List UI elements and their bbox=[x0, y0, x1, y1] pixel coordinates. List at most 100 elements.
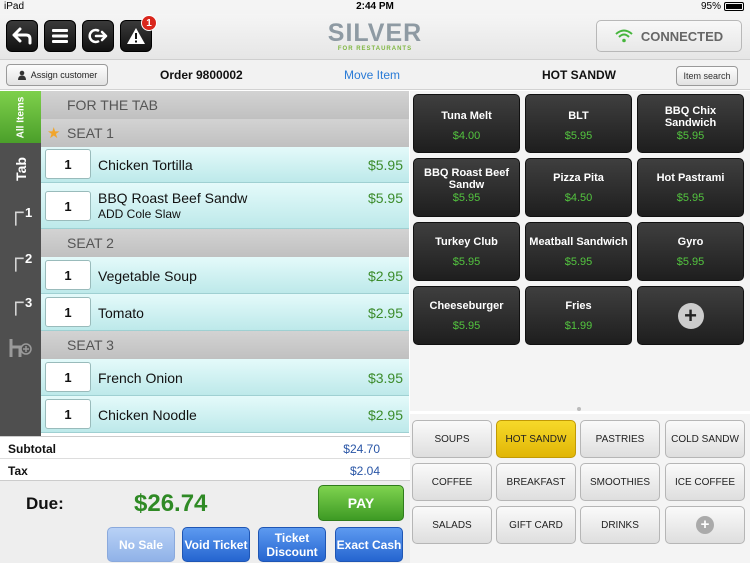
item-name: Vegetable Soup bbox=[98, 268, 197, 284]
menu-item-hot-pastrami[interactable]: Hot Pastrami $5.95 bbox=[637, 158, 744, 217]
subtotal-row: Subtotal $24.70 bbox=[0, 437, 410, 459]
alerts-button[interactable]: 1 bbox=[120, 15, 157, 52]
due-label: Due: bbox=[26, 494, 64, 513]
menu-item-fries[interactable]: Fries $1.99 bbox=[525, 286, 632, 345]
clock: 2:44 PM bbox=[356, 1, 394, 12]
item-price: $2.95 bbox=[367, 407, 403, 423]
item-name: French Onion bbox=[98, 370, 183, 386]
pay-button[interactable]: PAY bbox=[318, 485, 404, 521]
item-price: $5.95 bbox=[367, 157, 403, 173]
category-soups[interactable]: SOUPS bbox=[412, 420, 492, 458]
back-arrow-icon bbox=[12, 27, 32, 45]
menu-items-grid: Tuna Melt $4.00 BLT $5.95 BBQ Chix Sandw… bbox=[410, 91, 750, 411]
menu-button[interactable] bbox=[44, 20, 76, 52]
order-number: Order 9800002 bbox=[160, 68, 243, 82]
menu-item-meatball-sandwich[interactable]: Meatball Sandwich $5.95 bbox=[525, 222, 632, 281]
menu-item-gyro[interactable]: Gyro $5.95 bbox=[637, 222, 744, 281]
battery-indicator: 95% bbox=[701, 1, 744, 12]
seat-3-button[interactable]: ┌ 3 bbox=[8, 289, 38, 317]
add-seat-button[interactable] bbox=[8, 335, 38, 363]
quantity-button[interactable]: 1 bbox=[45, 149, 91, 179]
chair-icon: ┌ bbox=[8, 199, 24, 224]
quantity-button[interactable]: 1 bbox=[45, 260, 91, 290]
order-row[interactable]: 1 Tomato $2.95 bbox=[41, 294, 409, 331]
category-cold-sandw[interactable]: COLD SANDW bbox=[665, 420, 745, 458]
alert-count-badge: 1 bbox=[141, 15, 157, 31]
add-menu-item-button[interactable]: + bbox=[637, 286, 744, 345]
plus-icon: + bbox=[696, 516, 714, 534]
order-row[interactable]: 1 Chicken Noodle $2.95 bbox=[41, 396, 409, 433]
void-ticket-button[interactable]: Void Ticket bbox=[182, 527, 250, 562]
seat-1-button[interactable]: ┌ 1 bbox=[8, 199, 38, 227]
menu-item-turkey-club[interactable]: Turkey Club $5.95 bbox=[413, 222, 520, 281]
item-price: $3.95 bbox=[367, 370, 403, 386]
logout-icon bbox=[88, 28, 108, 44]
category-drinks[interactable]: DRINKS bbox=[580, 506, 660, 544]
person-icon bbox=[17, 70, 26, 80]
seat-header[interactable]: SEAT 3 bbox=[41, 331, 409, 359]
quantity-button[interactable]: 1 bbox=[45, 362, 91, 392]
quantity-button[interactable]: 1 bbox=[45, 297, 91, 327]
order-items-list[interactable]: FOR THE TAB ★ SEAT 1 1 Chicken Tortilla … bbox=[41, 91, 409, 436]
order-row[interactable]: 1 Vegetable Soup $2.95 bbox=[41, 257, 409, 294]
seat-header[interactable]: ★ SEAT 1 bbox=[41, 119, 409, 147]
payment-area: Due: $26.74 PAY No Sale Void Ticket Tick… bbox=[0, 480, 410, 563]
chair-icon: ┌ bbox=[8, 245, 24, 270]
item-name: Chicken Tortilla bbox=[98, 157, 193, 173]
item-search-button[interactable]: Item search bbox=[676, 66, 738, 86]
seat-sidebar: All Items Tab ┌ 1 ┌ 2 ┌ 3 bbox=[0, 91, 41, 436]
current-category-title: HOT SANDW bbox=[542, 68, 616, 82]
battery-icon bbox=[724, 2, 744, 11]
category-salads[interactable]: SALADS bbox=[412, 506, 492, 544]
tax-row: Tax $2.04 bbox=[8, 464, 380, 478]
assign-customer-button[interactable]: Assign customer bbox=[6, 64, 108, 86]
battery-percent: 95% bbox=[700, 1, 721, 12]
quantity-button[interactable]: 1 bbox=[45, 191, 91, 221]
menu-item-bbq-chix-sandwich[interactable]: BBQ Chix Sandwich $5.95 bbox=[637, 94, 744, 153]
order-row[interactable]: 1 Chicken Tortilla $5.95 bbox=[41, 147, 409, 183]
top-toolbar: 1 SILVER FOR RESTAURANTS CONNECTED bbox=[0, 14, 750, 60]
tab-all-items[interactable]: All Items bbox=[0, 91, 41, 143]
exact-cash-button[interactable]: Exact Cash bbox=[335, 527, 403, 562]
category-pastries[interactable]: PASTRIES bbox=[580, 420, 660, 458]
tab-tab[interactable]: Tab bbox=[0, 149, 41, 189]
move-item-link[interactable]: Move Item bbox=[344, 68, 400, 82]
category-smoothies[interactable]: SMOOTHIES bbox=[580, 463, 660, 501]
ticket-discount-button[interactable]: Ticket Discount bbox=[258, 527, 326, 562]
item-name: Chicken Noodle bbox=[98, 407, 197, 423]
item-price: $5.95 bbox=[367, 190, 403, 206]
warning-icon bbox=[127, 28, 145, 44]
item-name: BBQ Roast Beef Sandw bbox=[98, 190, 248, 206]
menu-item-blt[interactable]: BLT $5.95 bbox=[525, 94, 632, 153]
order-row[interactable]: 1 BBQ Roast Beef Sandw ADD Cole Slaw $5.… bbox=[41, 183, 409, 229]
subtotal-value: $24.70 bbox=[343, 442, 380, 456]
item-price: $2.95 bbox=[367, 268, 403, 284]
no-sale-button[interactable]: No Sale bbox=[107, 527, 175, 562]
category-breakfast[interactable]: BREAKFAST bbox=[496, 463, 576, 501]
menu-item-pizza-pita[interactable]: Pizza Pita $4.50 bbox=[525, 158, 632, 217]
menu-item-tuna-melt[interactable]: Tuna Melt $4.00 bbox=[413, 94, 520, 153]
status-bar: iPad 2:44 PM 95% bbox=[0, 0, 750, 14]
menu-item-cheeseburger[interactable]: Cheeseburger $5.95 bbox=[413, 286, 520, 345]
quantity-button[interactable]: 1 bbox=[45, 399, 91, 429]
back-button[interactable] bbox=[6, 20, 38, 52]
category-ice-coffee[interactable]: ICE COFFEE bbox=[665, 463, 745, 501]
item-name: Tomato bbox=[98, 305, 144, 321]
connection-status-label: CONNECTED bbox=[640, 28, 724, 44]
item-price: $2.95 bbox=[367, 305, 403, 321]
category-coffee[interactable]: COFFEE bbox=[412, 463, 492, 501]
menu-item-bbq-roast-beef-sandw[interactable]: BBQ Roast Beef Sandw $5.95 bbox=[413, 158, 520, 217]
due-amount: $26.74 bbox=[134, 490, 208, 517]
connection-status-button[interactable]: CONNECTED bbox=[596, 20, 742, 52]
order-row[interactable]: 1 French Onion $3.95 bbox=[41, 359, 409, 396]
star-icon: ★ bbox=[47, 125, 61, 142]
logout-button[interactable] bbox=[82, 20, 114, 52]
wifi-icon bbox=[615, 29, 633, 43]
tab-section-header: FOR THE TAB bbox=[41, 91, 409, 119]
plus-icon: + bbox=[677, 302, 704, 329]
category-hot-sandw[interactable]: HOT SANDW bbox=[496, 420, 576, 458]
add-category-button[interactable]: + bbox=[665, 506, 745, 544]
seat-header[interactable]: SEAT 2 bbox=[41, 229, 409, 257]
seat-2-button[interactable]: ┌ 2 bbox=[8, 245, 38, 273]
category-gift-card[interactable]: GIFT CARD bbox=[496, 506, 576, 544]
